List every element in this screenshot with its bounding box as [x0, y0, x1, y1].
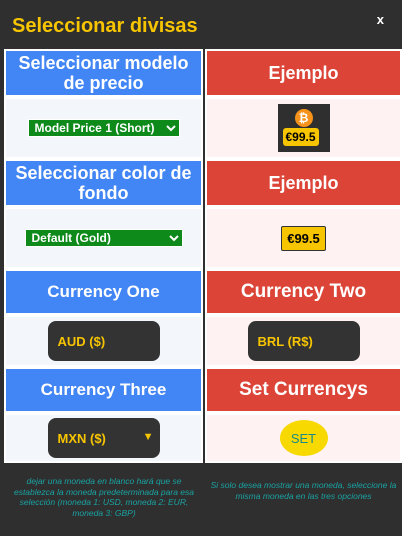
price-example-tag: €99.5	[282, 128, 319, 146]
currency-selector-modal: Seleccionar divisas x Seleccionar modelo…	[0, 0, 402, 536]
left-note: dejar una moneda en blanco hará que se e…	[13, 476, 195, 518]
bg-example-cell: €99.5	[205, 207, 402, 269]
bg-example-price: €99.5	[281, 225, 326, 251]
close-button[interactable]: x	[377, 12, 384, 27]
currency-three-header: Currency Three	[4, 367, 203, 413]
set-cell: SET	[205, 413, 402, 463]
currency-one-cell: AUD ($)	[4, 315, 203, 367]
currency-one-header: Currency One	[4, 269, 203, 315]
bg-color-header: Seleccionar color de fondo	[4, 159, 203, 207]
currency-three-value: MXN ($)	[57, 430, 106, 446]
bg-example-header: Ejemplo	[205, 159, 402, 207]
currency-two-header: Currency Two	[205, 269, 402, 315]
currency-two-header-label: Currency Two	[240, 281, 367, 303]
bitcoin-icon: ₿	[294, 109, 313, 127]
bg-example-header-label: Ejemplo	[268, 172, 339, 193]
caret-down-icon: ▼	[142, 431, 154, 443]
right-note: Si solo desea mostrar una moneda, selecc…	[210, 480, 397, 501]
price-example-header-label: Ejemplo	[268, 62, 339, 83]
currency-three-header-label: Currency Three	[40, 380, 167, 400]
currency-two-select[interactable]: BRL (R$)	[247, 321, 360, 361]
currency-one-value: AUD ($)	[57, 333, 106, 349]
price-example-preview: ₿ €99.5	[277, 104, 330, 152]
price-example-header: Ejemplo	[205, 49, 402, 97]
bg-color-cell: Default (Gold)	[4, 207, 203, 269]
currency-two-value: BRL (R$)	[257, 333, 313, 349]
price-model-select[interactable]: Model Price 1 (Short)	[27, 119, 180, 137]
set-currencys-header: Set Currencys	[205, 367, 402, 413]
set-button[interactable]: SET	[279, 420, 328, 456]
price-example-cell: ₿ €99.5	[205, 97, 402, 159]
price-model-header-label: Seleccionar modelo de precio	[18, 52, 189, 93]
bg-color-header-label: Seleccionar color de fondo	[15, 162, 192, 203]
currency-two-cell: BRL (R$)	[205, 315, 402, 367]
currency-one-header-label: Currency One	[47, 282, 160, 302]
currency-three-cell: MXN ($) ▼	[4, 413, 203, 463]
set-currencys-header-label: Set Currencys	[239, 379, 368, 401]
modal-title: Seleccionar divisas	[12, 15, 198, 37]
bg-color-select[interactable]: Default (Gold)	[24, 229, 183, 247]
currency-one-select[interactable]: AUD ($)	[47, 321, 160, 361]
price-model-cell: Model Price 1 (Short)	[4, 97, 203, 159]
currency-three-select[interactable]: MXN ($) ▼	[47, 418, 160, 458]
price-model-header: Seleccionar modelo de precio	[4, 49, 203, 97]
